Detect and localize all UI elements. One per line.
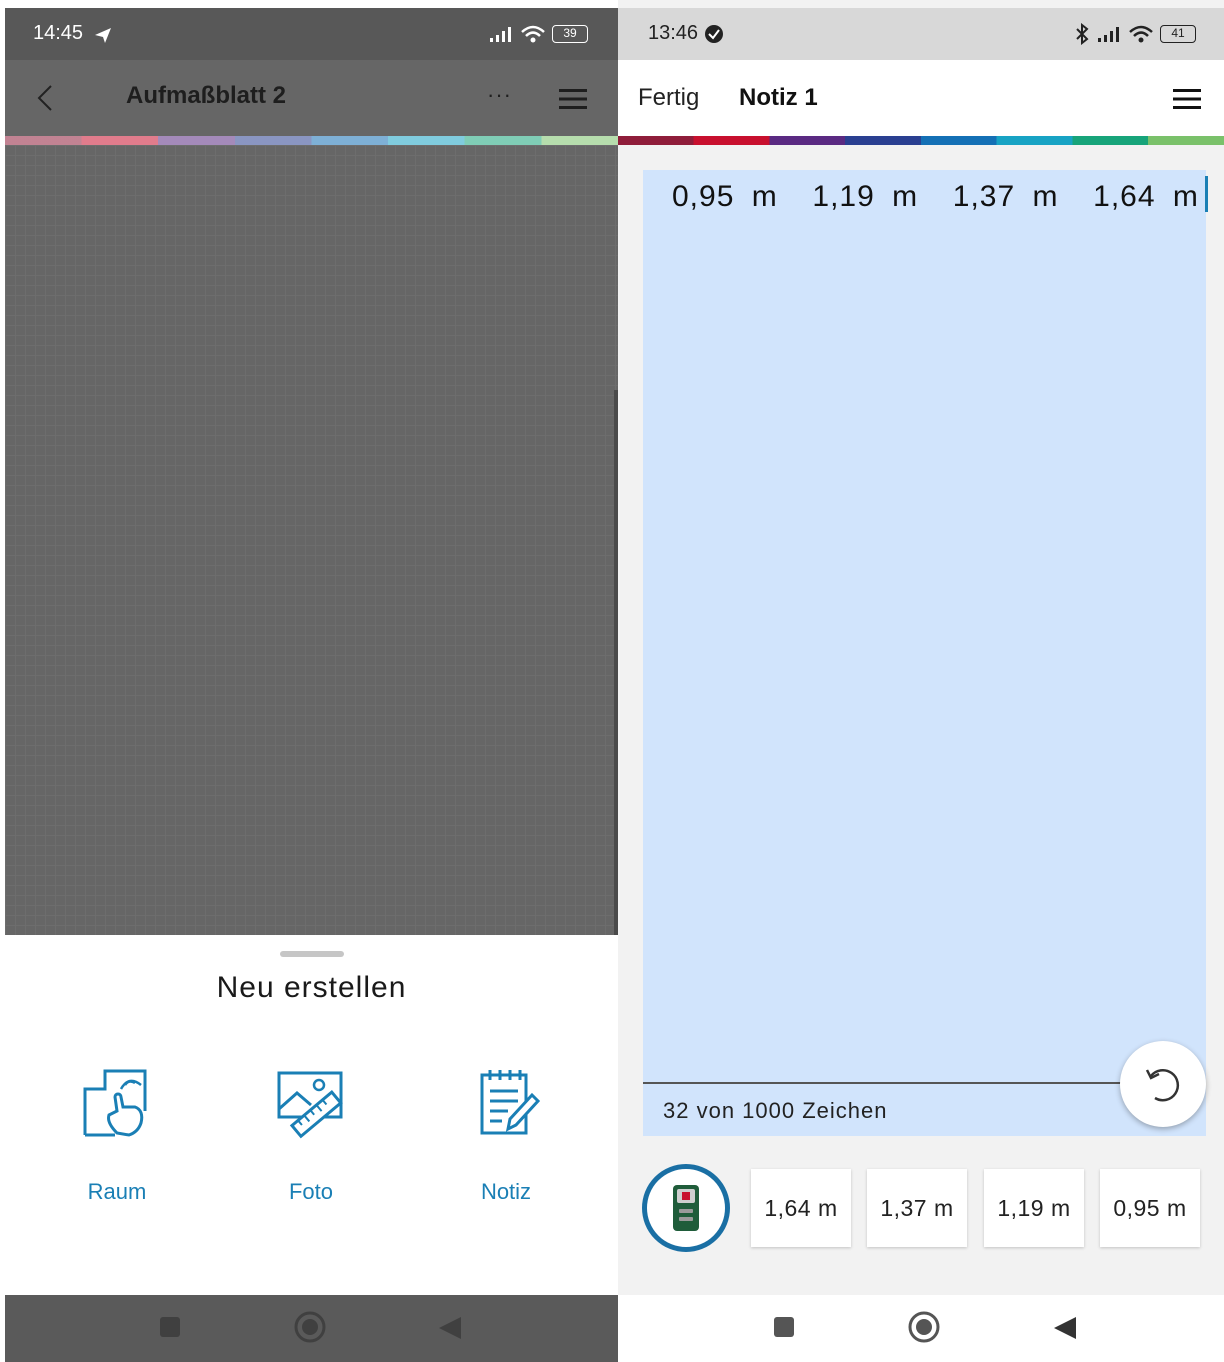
create-note-button[interactable]: Notiz — [446, 1063, 566, 1204]
home-icon[interactable] — [294, 1311, 326, 1343]
status-bar: 14:45 39 — [5, 8, 618, 60]
location-arrow-icon — [95, 28, 111, 43]
note-text-area[interactable]: 0,95 m 1,19 m 1,37 m 1,64 m 32 von 1000 … — [643, 170, 1208, 1136]
system-nav-bar — [5, 1295, 618, 1362]
wifi-icon — [521, 25, 545, 43]
back-icon[interactable] — [31, 80, 61, 116]
brand-color-stripe — [618, 136, 1224, 145]
measuring-device-button[interactable] — [642, 1164, 730, 1252]
measurement-chip[interactable]: 1,64 m — [751, 1169, 851, 1247]
left-screen: 14:45 39 Aufmaßblatt 2 ··· Neu erstellen — [5, 0, 618, 1362]
note-text-line: 0,95 m 1,19 m 1,37 m 1,64 m — [672, 176, 1208, 214]
status-icons: 41 — [1074, 22, 1196, 46]
sheet-title: Neu erstellen — [216, 971, 407, 1004]
create-photo-button[interactable]: Foto — [251, 1063, 371, 1204]
measurement-chip[interactable]: 0,95 m — [1100, 1169, 1200, 1247]
signal-icon — [490, 27, 511, 42]
battery-level: 39 — [563, 26, 577, 40]
status-icons: 39 — [488, 22, 588, 46]
status-time: 13:46 — [648, 22, 699, 44]
done-button[interactable]: Fertig — [638, 84, 699, 112]
measurement-chip[interactable]: 1,19 m — [984, 1169, 1084, 1247]
text-cursor — [1204, 176, 1208, 212]
note-text: 0,95 m 1,19 m 1,37 m 1,64 m — [672, 180, 1199, 213]
right-screen: 13:46 41 Fertig Notiz 1 0,95 m 1,19 m 1,… — [618, 0, 1224, 1362]
status-time: 14:45 — [33, 22, 84, 44]
sheet-drag-handle[interactable] — [280, 951, 344, 957]
undo-button[interactable] — [1120, 1041, 1206, 1127]
back-nav-icon[interactable] — [437, 1315, 463, 1341]
battery-icon: 41 — [1160, 25, 1196, 43]
hamburger-menu-icon[interactable] — [1171, 86, 1203, 112]
recent-apps-icon[interactable] — [772, 1315, 796, 1339]
room-touch-icon — [83, 1069, 147, 1137]
character-counter: 32 von 1000 Zeichen — [663, 1098, 888, 1123]
more-options-button[interactable]: ··· — [487, 82, 512, 108]
create-room-label: Raum — [87, 1179, 147, 1204]
status-bar: 13:46 41 — [618, 8, 1224, 60]
battery-icon: 39 — [552, 25, 588, 43]
app-header: Aufmaßblatt 2 ··· — [5, 60, 618, 136]
battery-level: 41 — [1171, 26, 1185, 40]
notepad-pen-icon — [480, 1070, 541, 1135]
home-icon[interactable] — [908, 1311, 940, 1343]
measurement-chip[interactable]: 1,37 m — [867, 1169, 967, 1247]
page-title: Aufmaßblatt 2 — [126, 82, 287, 109]
wifi-icon — [1129, 25, 1153, 43]
signal-icon — [1098, 27, 1119, 42]
check-circle-icon — [705, 25, 723, 43]
system-nav-bar — [618, 1295, 1224, 1362]
drawing-canvas[interactable] — [5, 145, 618, 935]
bluetooth-icon — [1076, 23, 1089, 45]
back-nav-icon[interactable] — [1052, 1315, 1078, 1341]
laser-measure-device-icon — [673, 1185, 699, 1231]
create-room-button[interactable]: Raum — [57, 1063, 177, 1204]
page-title: Notiz 1 — [739, 84, 818, 111]
bottom-sheet: Neu erstellen Raum Foto Notiz — [5, 935, 618, 1295]
create-note-label: Notiz — [480, 1179, 532, 1204]
create-photo-label: Foto — [288, 1179, 334, 1204]
recent-apps-icon[interactable] — [158, 1315, 182, 1339]
photo-ruler-icon — [277, 1071, 343, 1139]
undo-icon — [1145, 1069, 1180, 1102]
hamburger-menu-icon[interactable] — [557, 86, 589, 112]
app-header: Fertig Notiz 1 — [618, 60, 1224, 136]
brand-color-stripe — [5, 136, 618, 145]
input-underline — [643, 1082, 1129, 1084]
